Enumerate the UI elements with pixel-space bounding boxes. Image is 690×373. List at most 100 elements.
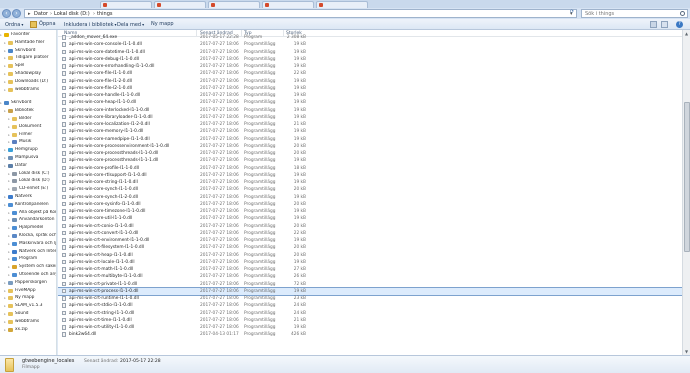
sidebar-item[interactable]: ▹ Shadowplay [0, 71, 56, 77]
sidebar-item[interactable]: ▹ Favoriter [0, 32, 56, 38]
file-row[interactable]: api-ms-win-crt-runtime-l1-1-0.dll 2017-07… [58, 295, 682, 302]
sidebar-item[interactable]: ▹ xx.zip [0, 327, 56, 333]
sidebar-item[interactable]: ▹ Papperskorgen [0, 280, 56, 286]
file-row[interactable]: api-ms-win-core-synch-l1-2-0.dll 2017-07-… [58, 194, 682, 201]
file-row[interactable]: api-ms-win-core-string-l1-1-0.dll 2017-07… [58, 179, 682, 186]
include-in-library-button[interactable]: Inkludera i bibliotek▾ [64, 21, 117, 28]
preview-pane-icon[interactable] [661, 21, 668, 28]
file-row[interactable]: api-ms-win-core-timezone-l1-1-0.dll 2017-… [58, 208, 682, 215]
expand-arrow-icon[interactable]: ▹ [4, 79, 6, 85]
expand-arrow-icon[interactable]: ▹ [8, 116, 10, 122]
sidebar-item[interactable]: ▹ Musik [0, 139, 56, 145]
scroll-down-icon[interactable]: ▼ [683, 348, 690, 355]
file-row[interactable]: api-ms-win-crt-convert-l1-1-0.dll 2017-07… [58, 230, 682, 237]
file-row[interactable]: api-ms-win-core-handle-l1-1-0.dll 2017-07… [58, 92, 682, 99]
file-row[interactable]: api-ms-win-crt-process-l1-1-0.dll 2017-07… [58, 286, 682, 297]
file-row[interactable]: api-ms-win-core-file-l1-2-0.dll 2017-07-2… [58, 78, 682, 85]
sidebar-item[interactable]: ▹ Lokal disk (C:) [0, 171, 56, 177]
expand-arrow-icon[interactable]: ▹ [4, 319, 6, 325]
forward-button[interactable]: › [12, 9, 21, 18]
file-list[interactable]: Namn Senast ändrad Typ Storlek _addon_mo… [58, 30, 682, 355]
file-row[interactable]: api-ms-win-core-processthreads-l1-1-0.dl… [58, 150, 682, 157]
file-row[interactable]: api-ms-win-core-memory-l1-1-0.dll 2017-07… [58, 128, 682, 135]
file-row[interactable]: api-ms-win-core-errorhandling-l1-1-0.dll… [58, 63, 682, 70]
sidebar-item[interactable]: ▹ Ny mapp [0, 295, 56, 301]
expand-arrow-icon[interactable]: ▹ [8, 139, 10, 145]
expand-arrow-icon[interactable]: ▹ [4, 280, 6, 286]
file-row[interactable]: api-ms-win-core-debug-l1-1-0.dll 2017-07-… [58, 56, 682, 63]
sidebar-item[interactable]: ▹ Hämtade filer [0, 40, 56, 46]
sidebar-item[interactable]: ▹ FiveMApp [0, 288, 56, 294]
expand-arrow-icon[interactable]: ▹ [0, 100, 2, 106]
sidebar-item[interactable]: ▹ Mampusva [0, 155, 56, 161]
expand-arrow-icon[interactable]: ▹ [4, 311, 6, 317]
file-row[interactable]: api-ms-win-crt-locale-l1-1-0.dll 2017-07-… [58, 259, 682, 266]
expand-arrow-icon[interactable]: ▹ [4, 327, 6, 333]
sidebar-item[interactable]: ▹ Klocka, språk och [0, 233, 56, 239]
new-folder-button[interactable]: Ny mapp [151, 21, 174, 28]
sidebar-item[interactable]: ▹ Maskinvara och lj [0, 241, 56, 247]
expand-arrow-icon[interactable]: ▹ [4, 295, 6, 301]
file-row[interactable]: api-ms-win-core-file-l2-1-0.dll 2017-07-2… [58, 85, 682, 92]
file-row[interactable]: api-ms-win-crt-math-l1-1-0.dll 2017-07-27… [58, 266, 682, 273]
expand-arrow-icon[interactable]: ▹ [8, 132, 10, 138]
expand-arrow-icon[interactable]: ▹ [8, 225, 10, 231]
open-button[interactable]: Öppna [39, 21, 56, 28]
expand-arrow-icon[interactable]: ▹ [4, 40, 6, 46]
breadcrumb-segment[interactable]: Dator [34, 11, 48, 17]
file-row[interactable]: api-ms-win-crt-filesystem-l1-1-0.dll 2017… [58, 244, 682, 251]
expand-arrow-icon[interactable]: ▹ [8, 233, 10, 239]
sidebar-item[interactable]: ▹ Nätverk [0, 194, 56, 200]
file-row[interactable]: api-ms-win-core-datetime-l1-1-0.dll 2017-… [58, 49, 682, 56]
vertical-scrollbar[interactable]: ▲ ▼ [682, 30, 690, 355]
expand-arrow-icon[interactable]: ▹ [4, 55, 6, 61]
expand-arrow-icon[interactable]: ▹ [8, 264, 10, 270]
file-row[interactable]: api-ms-win-core-file-l1-1-0.dll 2017-07-2… [58, 70, 682, 77]
file-row[interactable]: api-ms-win-core-processthreads-l1-1-1.dl… [58, 157, 682, 164]
expand-arrow-icon[interactable]: ▹ [4, 303, 6, 309]
sidebar-item[interactable]: ▹ Skrivbord [0, 100, 56, 106]
sidebar-item[interactable]: ▹ Lokal disk (D:) [0, 178, 56, 184]
expand-arrow-icon[interactable]: ▹ [8, 186, 10, 192]
sidebar-item[interactable]: ▹ Användarkonton o [0, 217, 56, 223]
organize-button[interactable]: Ordna▾ [5, 21, 23, 28]
file-row[interactable]: api-ms-win-core-namedpipe-l1-1-0.dll 2017… [58, 136, 682, 143]
sidebar-item[interactable]: ▹ Filmer [0, 132, 56, 138]
sidebar-item[interactable]: ▹ webbtrams [0, 87, 56, 93]
expand-arrow-icon[interactable]: ▹ [8, 171, 10, 177]
expand-arrow-icon[interactable]: ▹ [8, 210, 10, 216]
sidebar-item[interactable]: ▹ Kontrollpanelen [0, 202, 56, 208]
expand-arrow-icon[interactable]: ▹ [8, 241, 10, 247]
sidebar-item[interactable]: ▹ System och säkerl [0, 264, 56, 270]
expand-arrow-icon[interactable]: ▹ [4, 194, 6, 200]
file-row[interactable]: api-ms-win-core-synch-l1-1-0.dll 2017-07-… [58, 186, 682, 193]
sidebar-item[interactable]: ▹ Utseende och any [0, 272, 56, 278]
expand-arrow-icon[interactable]: ▹ [4, 163, 6, 169]
expand-arrow-icon[interactable]: ▹ [4, 147, 6, 153]
help-icon[interactable]: ? [676, 21, 683, 28]
sidebar-item[interactable]: ▹ Hemgrupp [0, 147, 56, 153]
expand-arrow-icon[interactable]: ▹ [4, 108, 6, 114]
file-row[interactable]: api-ms-win-core-localization-l1-2-0.dll 2… [58, 121, 682, 128]
expand-arrow-icon[interactable]: ▹ [8, 272, 10, 278]
breadcrumb-segment[interactable]: things [97, 11, 112, 17]
sidebar-item[interactable]: ▹ Spel [0, 63, 56, 69]
sidebar-item[interactable]: ▹ Sound [0, 311, 56, 317]
navigation-pane[interactable]: ▹ Favoriter ▹ Hämtade filer ▹ Skrivbord ▹ Tidig… [0, 30, 57, 355]
file-row[interactable]: api-ms-win-crt-stdio-l1-1-0.dll 2017-07-2… [58, 302, 682, 309]
back-button[interactable]: ‹ [2, 9, 11, 18]
sidebar-item[interactable]: ▹ SLAM_v1.5.3 [0, 303, 56, 309]
file-row[interactable]: bink2w64.dll 2017-04-13 01:17 Programtillä… [58, 331, 682, 338]
share-button[interactable]: Dela med▾ [117, 21, 144, 28]
sidebar-item[interactable]: ▹ Dokument [0, 124, 56, 130]
scroll-up-icon[interactable]: ▲ [683, 30, 690, 37]
expand-arrow-icon[interactable]: ▹ [4, 48, 6, 54]
file-row[interactable]: api-ms-win-core-util-l1-1-0.dll 2017-07-2… [58, 215, 682, 222]
file-row[interactable]: api-ms-win-crt-private-l1-1-0.dll 2017-07… [58, 281, 682, 288]
breadcrumb-segment[interactable]: Lokal disk (D:) [54, 11, 90, 17]
sidebar-item[interactable]: ▹ Alla objekt på Kon [0, 210, 56, 216]
expand-arrow-icon[interactable]: ▹ [4, 288, 6, 294]
address-bar[interactable]: ▸ Dator › Lokal disk (D:) › things ▾ [24, 9, 577, 18]
view-options-icon[interactable] [650, 21, 657, 28]
file-row[interactable]: api-ms-win-crt-conio-l1-1-0.dll 2017-07-2… [58, 223, 682, 230]
